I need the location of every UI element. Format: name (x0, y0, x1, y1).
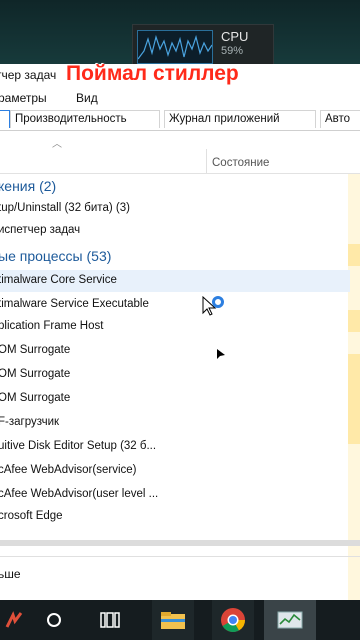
divider (0, 556, 360, 557)
horizontal-scrollbar[interactable] (0, 540, 360, 546)
start-icon[interactable] (0, 600, 28, 640)
process-name: cAfee WebAdvisor(user level ... (0, 488, 159, 500)
process-row[interactable]: F-загрузчик (0, 412, 350, 434)
process-row[interactable]: OM Surrogate (0, 364, 350, 386)
process-group[interactable]: ые процессы (53) (0, 246, 350, 268)
menu-bar: раметры Вид (0, 88, 360, 108)
busy-spinner-icon (212, 296, 224, 308)
process-name: plication Frame Host (0, 320, 104, 332)
column-header: ︿ Состояние (0, 131, 360, 174)
process-name: OM Surrogate (0, 368, 71, 380)
tab-performance[interactable]: Производительность (10, 110, 160, 128)
process-group-label: кения (2) (0, 178, 57, 194)
taskbar (0, 600, 360, 640)
process-name: timalware Service Executable (0, 298, 149, 310)
task-manager-icon[interactable] (264, 600, 316, 640)
process-row[interactable]: uitive Disk Editor Setup (32 б... (0, 436, 350, 458)
pointer-icon (217, 349, 225, 359)
cpu-label: CPU (221, 29, 249, 44)
process-row[interactable]: испетчер задач (0, 220, 350, 242)
process-name: испетчер задач (0, 224, 81, 236)
cpu-graph-line (137, 34, 213, 60)
menu-options[interactable]: раметры (0, 91, 47, 105)
fewer-details-link[interactable]: ьше (0, 567, 21, 581)
process-name: F-загрузчик (0, 416, 60, 428)
column-divider[interactable] (206, 149, 207, 173)
process-row[interactable]: cAfee WebAdvisor(service) (0, 460, 350, 482)
column-status[interactable]: Состояние (212, 157, 269, 169)
tab-strip: Производительность Журнал приложений Авт… (0, 108, 360, 131)
window-title-bar: тчер задач Поймал стиллер (0, 62, 360, 86)
process-row[interactable]: OM Surrogate (0, 388, 350, 410)
tab-app-history[interactable]: Журнал приложений (164, 110, 316, 128)
window-title: тчер задач (0, 68, 57, 82)
process-name: uitive Disk Editor Setup (32 б... (0, 440, 157, 452)
cpu-value: 59% (221, 45, 244, 57)
process-row[interactable]: tup/Uninstall (32 бита) (3) (0, 198, 350, 220)
tab-startup[interactable]: Авто (320, 110, 360, 128)
process-row[interactable]: crosoft Edge (0, 506, 350, 528)
process-name: OM Surrogate (0, 392, 71, 404)
chrome-icon[interactable] (212, 600, 254, 640)
overlay-caption: Поймал стиллер (66, 62, 239, 85)
task-view-icon[interactable] (94, 600, 126, 640)
process-row[interactable]: timalware Core Service (0, 270, 350, 292)
process-row[interactable]: plication Frame Host (0, 316, 350, 338)
process-name: OM Surrogate (0, 344, 71, 356)
task-manager-window: тчер задач Поймал стиллер раметры Вид Пр… (0, 62, 360, 604)
process-row[interactable]: timalware Service Executable (0, 294, 350, 316)
process-name: tup/Uninstall (32 бита) (3) (0, 202, 130, 214)
cpu-graph (137, 30, 213, 64)
desktop-background: CPU 59% (0, 0, 360, 68)
process-group[interactable]: кения (2) (0, 176, 350, 198)
search-circle-icon[interactable] (38, 600, 70, 640)
process-name: cAfee WebAdvisor(service) (0, 464, 137, 476)
file-explorer-icon[interactable] (152, 600, 194, 640)
process-name: timalware Core Service (0, 274, 117, 286)
menu-view[interactable]: Вид (76, 91, 98, 105)
tab-processes[interactable] (0, 110, 10, 128)
process-row[interactable]: cAfee WebAdvisor(user level ... (0, 484, 350, 506)
process-name: crosoft Edge (0, 510, 63, 522)
sort-up-icon[interactable]: ︿ (52, 135, 62, 150)
process-row[interactable]: OM Surrogate (0, 340, 350, 362)
process-group-label: ые процессы (53) (0, 248, 112, 264)
